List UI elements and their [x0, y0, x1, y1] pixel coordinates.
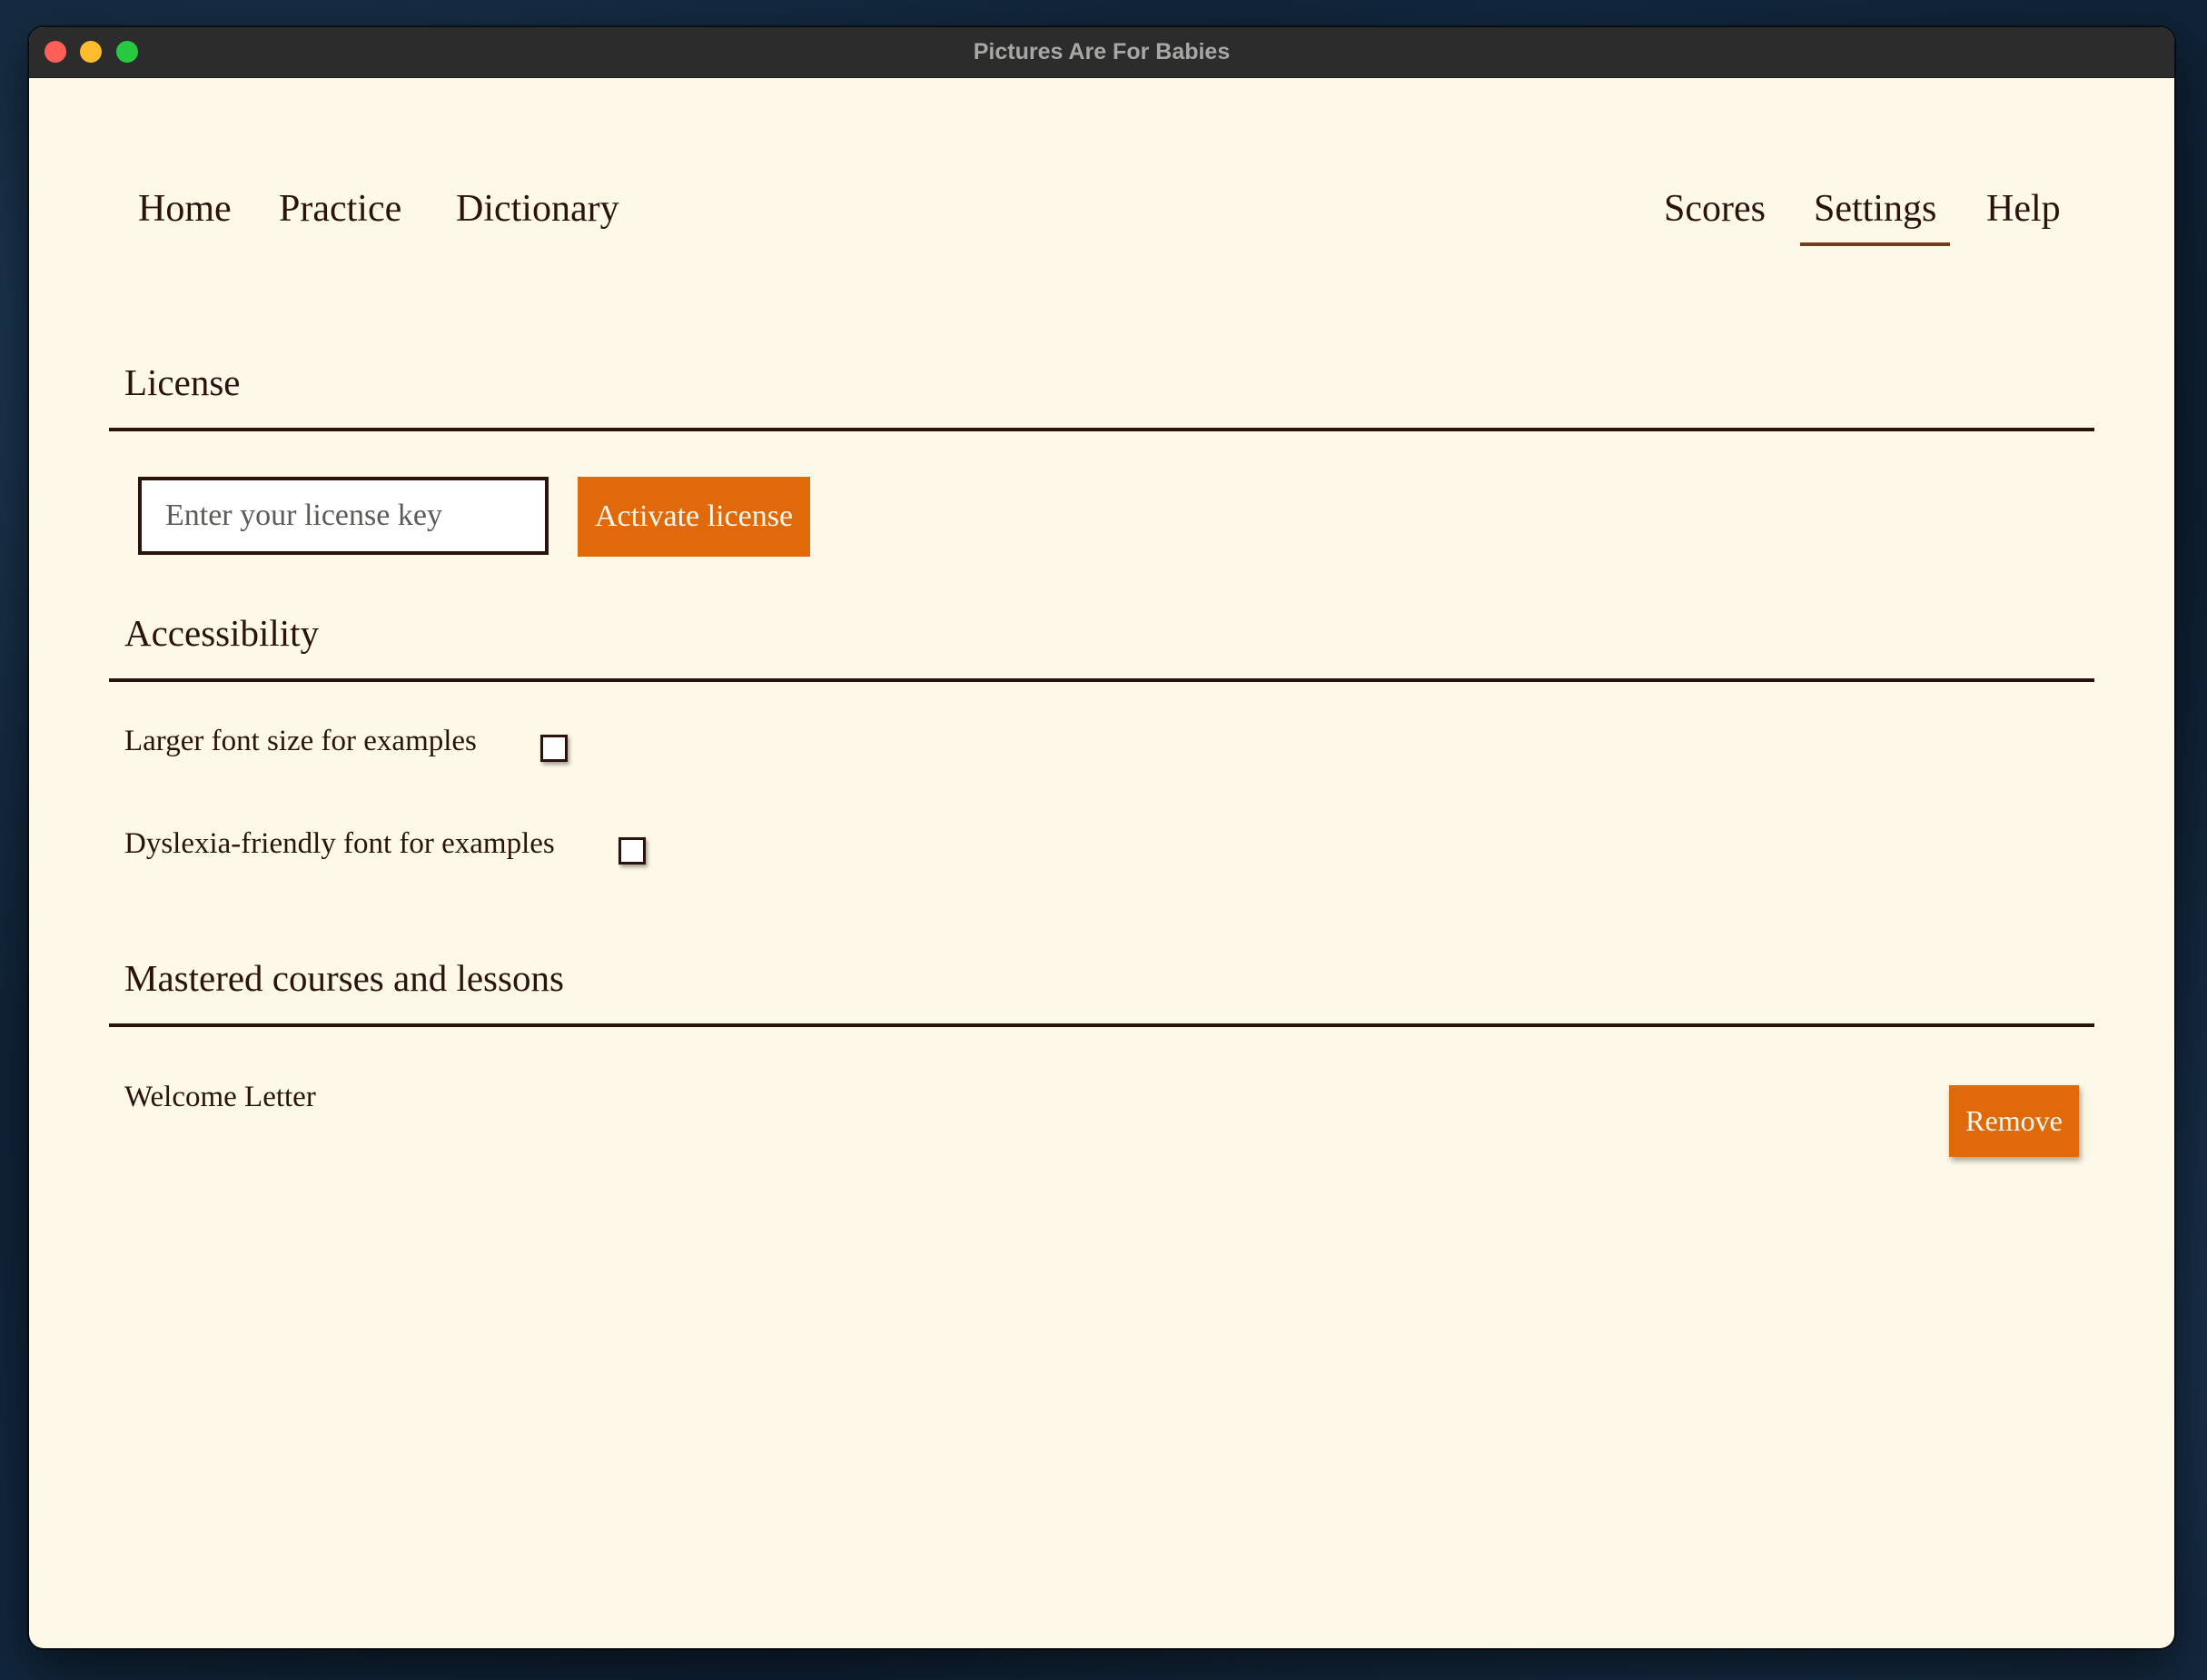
- nav-help[interactable]: Help: [1986, 177, 2061, 241]
- license-divider: [109, 428, 2094, 431]
- accessibility-heading: Accessibility: [124, 612, 320, 654]
- settings-page: Home Practice Dictionary Scores Settings…: [29, 77, 2174, 1648]
- larger-font-label: Larger font size for examples: [124, 725, 477, 757]
- license-key-input[interactable]: [138, 477, 549, 555]
- mastered-divider: [109, 1023, 2094, 1027]
- dyslexia-font-label: Dyslexia-friendly font for examples: [124, 827, 555, 860]
- nav-scores[interactable]: Scores: [1664, 177, 1766, 241]
- mastered-item-label: Welcome Letter: [124, 1081, 316, 1113]
- accessibility-divider: [109, 678, 2094, 682]
- activate-license-button[interactable]: Activate license: [578, 477, 810, 557]
- title-bar[interactable]: Pictures Are For Babies: [29, 27, 2174, 78]
- nav-home[interactable]: Home: [138, 177, 232, 241]
- nav-settings[interactable]: Settings: [1799, 177, 1951, 246]
- mastered-heading: Mastered courses and lessons: [124, 957, 564, 999]
- nav-dictionary[interactable]: Dictionary: [456, 177, 619, 241]
- larger-font-checkbox[interactable]: [540, 735, 568, 762]
- window-title: Pictures Are For Babies: [973, 39, 1231, 64]
- dyslexia-font-checkbox[interactable]: [619, 837, 646, 865]
- remove-mastered-item-button[interactable]: Remove: [1949, 1085, 2079, 1157]
- license-heading: License: [124, 361, 241, 403]
- nav-practice[interactable]: Practice: [279, 177, 401, 241]
- app-window: Pictures Are For Babies Home Practice Di…: [29, 27, 2174, 1648]
